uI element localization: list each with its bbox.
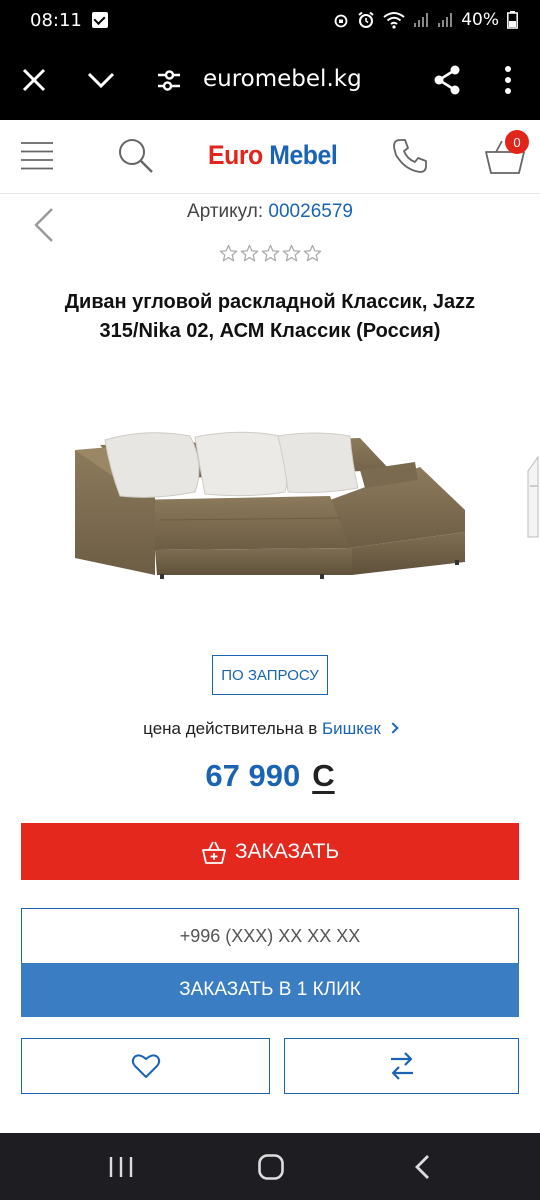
status-bar: 08:11 40% (0, 0, 540, 40)
sku-label: Артикул: (187, 201, 264, 222)
nav-home-icon[interactable] (257, 1153, 285, 1181)
cart-count-badge: 0 (505, 130, 529, 154)
price-validity-text: цена действительна в (143, 719, 318, 738)
one-click-order-button[interactable]: ЗАКАЗАТЬ В 1 КЛИК (21, 963, 519, 1017)
star-icon[interactable] (282, 244, 301, 263)
menu-icon[interactable] (20, 140, 54, 172)
status-indicators: 40% (333, 10, 518, 30)
system-navigation-bar (0, 1133, 540, 1200)
sku-value: 00026579 (268, 201, 353, 222)
basket-icon (201, 841, 226, 864)
nav-recent-icon[interactable] (108, 1155, 134, 1179)
battery-icon (507, 11, 518, 29)
search-icon[interactable] (117, 137, 155, 175)
product-rating[interactable] (0, 244, 540, 263)
city-selector[interactable]: Бишкек (322, 719, 381, 738)
browser-toolbar: euromebel.kg (0, 40, 540, 120)
product-title: Диван угловой раскладной Классик, Jazz 3… (64, 291, 476, 342)
site-logo[interactable]: Euro Mebel (208, 140, 338, 171)
nav-back-icon[interactable] (412, 1153, 432, 1181)
share-icon[interactable] (432, 64, 462, 96)
signal-icon (414, 13, 429, 27)
star-icon[interactable] (303, 244, 322, 263)
price-value: 67 990 (205, 758, 301, 793)
close-icon[interactable] (20, 66, 48, 94)
chevron-down-icon[interactable] (86, 66, 116, 94)
availability-badge: ПО ЗАПРОСУ (212, 655, 328, 695)
site-settings-icon[interactable] (156, 67, 182, 93)
url-text[interactable]: euromebel.kg (203, 66, 362, 92)
heart-icon (131, 1054, 160, 1078)
chevron-right-icon[interactable] (387, 722, 399, 734)
order-button[interactable]: ЗАКАЗАТЬ (21, 823, 519, 880)
phone-icon[interactable] (391, 137, 429, 175)
product-sku: Артикул: 00026579 (0, 201, 540, 223)
wifi-icon (383, 12, 405, 29)
star-icon[interactable] (240, 244, 259, 263)
compare-icon (390, 1052, 413, 1080)
star-icon[interactable] (219, 244, 238, 263)
compare-button[interactable] (284, 1038, 519, 1094)
price-validity: цена действительна в Бишкек (0, 719, 540, 739)
alarm-lock-icon (334, 14, 348, 28)
price-currency: С (312, 758, 335, 793)
more-vert-icon[interactable] (496, 64, 520, 96)
notification-check-icon (91, 12, 108, 28)
status-time: 08:11 (30, 9, 82, 31)
signal-icon-2 (438, 13, 453, 27)
battery-percent: 40% (461, 10, 499, 30)
alarm-icon (358, 11, 374, 28)
order-button-label: ЗАКАЗАТЬ (234, 839, 340, 863)
phone-input[interactable] (21, 908, 519, 963)
star-icon[interactable] (261, 244, 280, 263)
gallery-next-thumbnail[interactable] (524, 455, 540, 540)
product-image[interactable] (60, 370, 480, 620)
site-header: Euro Mebel (0, 120, 540, 194)
add-to-favorites-button[interactable] (21, 1038, 270, 1094)
product-price: 67 990 С (0, 758, 540, 794)
